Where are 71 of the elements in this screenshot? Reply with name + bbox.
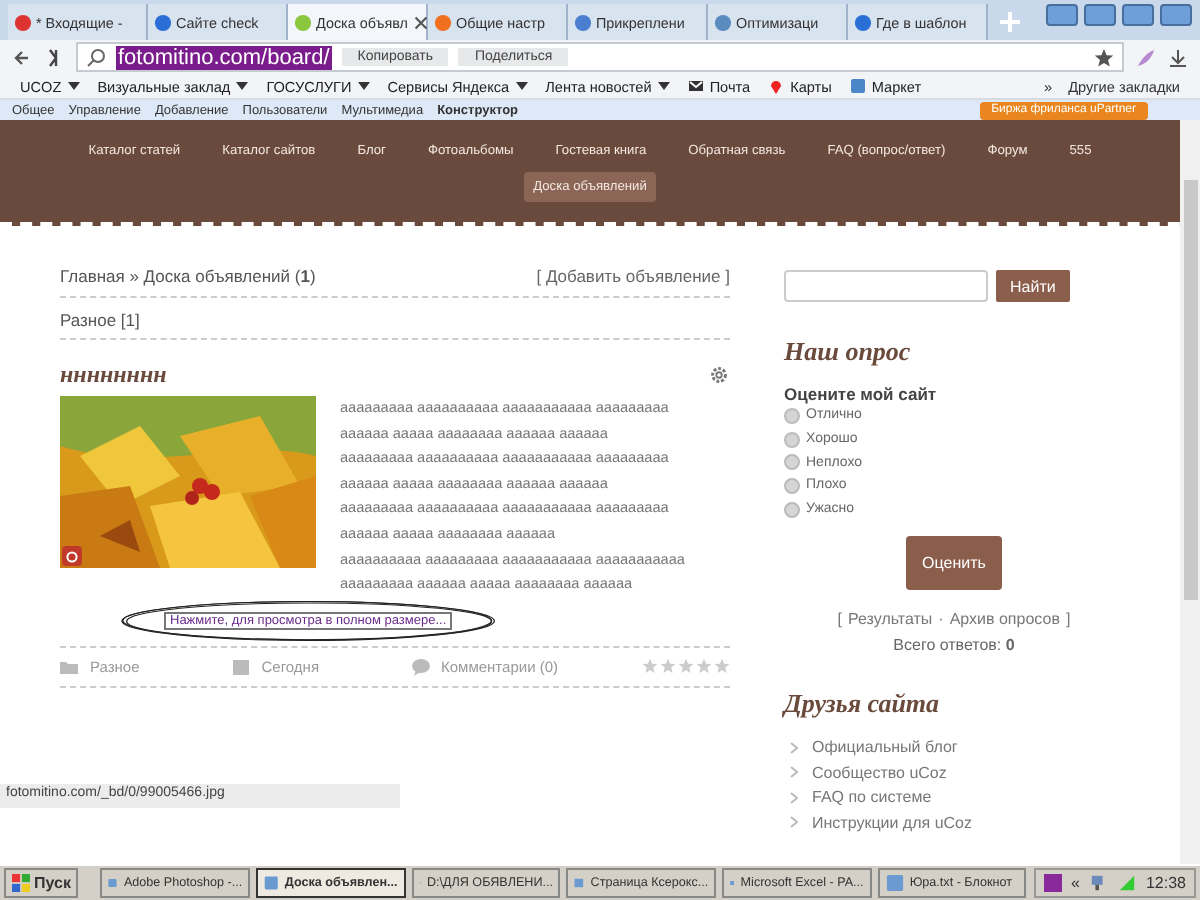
- search-button[interactable]: Найти: [996, 270, 1070, 302]
- results-link[interactable]: Результаты: [848, 610, 933, 629]
- site-icon: [154, 13, 172, 31]
- close-icon[interactable]: [411, 13, 430, 31]
- scrollbar-thumb[interactable]: [1184, 180, 1198, 600]
- caret-icon: [657, 82, 670, 90]
- minimize-button[interactable]: [1084, 4, 1116, 26]
- network-icon[interactable]: [1089, 874, 1108, 892]
- feather-icon[interactable]: [1136, 47, 1156, 67]
- tray-app-icon[interactable]: [1043, 874, 1062, 892]
- calendar-icon: [231, 657, 250, 676]
- app-icon: [574, 874, 585, 892]
- site-icon: [854, 13, 872, 31]
- site-icon: [294, 13, 312, 31]
- total-answers: Всего ответов: 0: [893, 636, 1015, 655]
- rating-stars[interactable]: [642, 658, 730, 675]
- poll-heading: Наш опрос: [784, 336, 913, 368]
- radio-button[interactable]: [784, 407, 800, 424]
- poll-question: Оцените мой сайт: [784, 384, 939, 404]
- map-pin-icon: [768, 78, 785, 94]
- category-link[interactable]: Разное [1]: [60, 310, 140, 330]
- app-icon: [885, 874, 904, 892]
- caret-icon: [67, 82, 80, 90]
- separator-text: ·: [938, 610, 944, 629]
- friends-heading: Друзья сайта: [784, 688, 942, 721]
- camera-icon: [62, 546, 82, 566]
- search-field[interactable]: [784, 270, 988, 302]
- signal-icon[interactable]: [1117, 874, 1136, 892]
- app-icon: [108, 874, 118, 892]
- radio-button[interactable]: [784, 477, 800, 494]
- url-text: fotomitino.com/board/: [116, 45, 332, 69]
- radio-button[interactable]: [784, 454, 800, 471]
- plus-icon[interactable]: [996, 8, 1024, 36]
- tray-expand-button[interactable]: «: [1071, 874, 1080, 892]
- windows-logo-icon: [12, 874, 30, 892]
- bracket-text: [: [837, 610, 843, 629]
- archive-link[interactable]: Архив опросов: [949, 610, 1060, 629]
- site-icon: [434, 13, 452, 31]
- caret-icon: [515, 82, 528, 90]
- breadcrumb: Главная » Доска объявлений (1): [60, 266, 316, 286]
- mail-icon: [687, 78, 704, 94]
- add-ad-link[interactable]: [ Добавить объявление ]: [536, 266, 730, 286]
- folder-icon: [60, 657, 78, 676]
- site-icon: [14, 13, 32, 31]
- friend-link[interactable]: Инструкции для uCoz: [812, 813, 972, 832]
- search-icon: [86, 47, 106, 67]
- caret-icon: [357, 82, 370, 90]
- settings-icon[interactable]: [708, 364, 730, 386]
- scrollbar[interactable]: [1180, 120, 1200, 864]
- radio-button[interactable]: [784, 431, 800, 448]
- site-icon: [574, 13, 592, 31]
- close-button[interactable]: [1160, 4, 1192, 26]
- site-icon: [714, 13, 732, 31]
- menu-button[interactable]: [1046, 4, 1078, 26]
- star-icon[interactable]: [1094, 47, 1114, 67]
- vote-button[interactable]: Оценить: [906, 536, 1002, 591]
- app-icon: [264, 874, 279, 892]
- friend-link[interactable]: FAQ по системе: [812, 788, 932, 807]
- start-button[interactable]: Пуск: [4, 868, 79, 898]
- caret-icon: [236, 82, 249, 90]
- clock: 12:38: [1145, 874, 1186, 892]
- friend-link[interactable]: Сообщество uCoz: [812, 763, 947, 782]
- friend-link[interactable]: Официальный блог: [812, 738, 958, 757]
- back-icon[interactable]: [12, 47, 32, 67]
- bracket-text: ]: [1065, 610, 1071, 629]
- maximize-button[interactable]: [1122, 4, 1154, 26]
- comment-icon: [411, 657, 430, 676]
- market-icon: [849, 78, 866, 94]
- download-icon[interactable]: [1168, 47, 1188, 67]
- radio-button[interactable]: [784, 501, 800, 518]
- ad-title[interactable]: нннннннн: [60, 360, 167, 390]
